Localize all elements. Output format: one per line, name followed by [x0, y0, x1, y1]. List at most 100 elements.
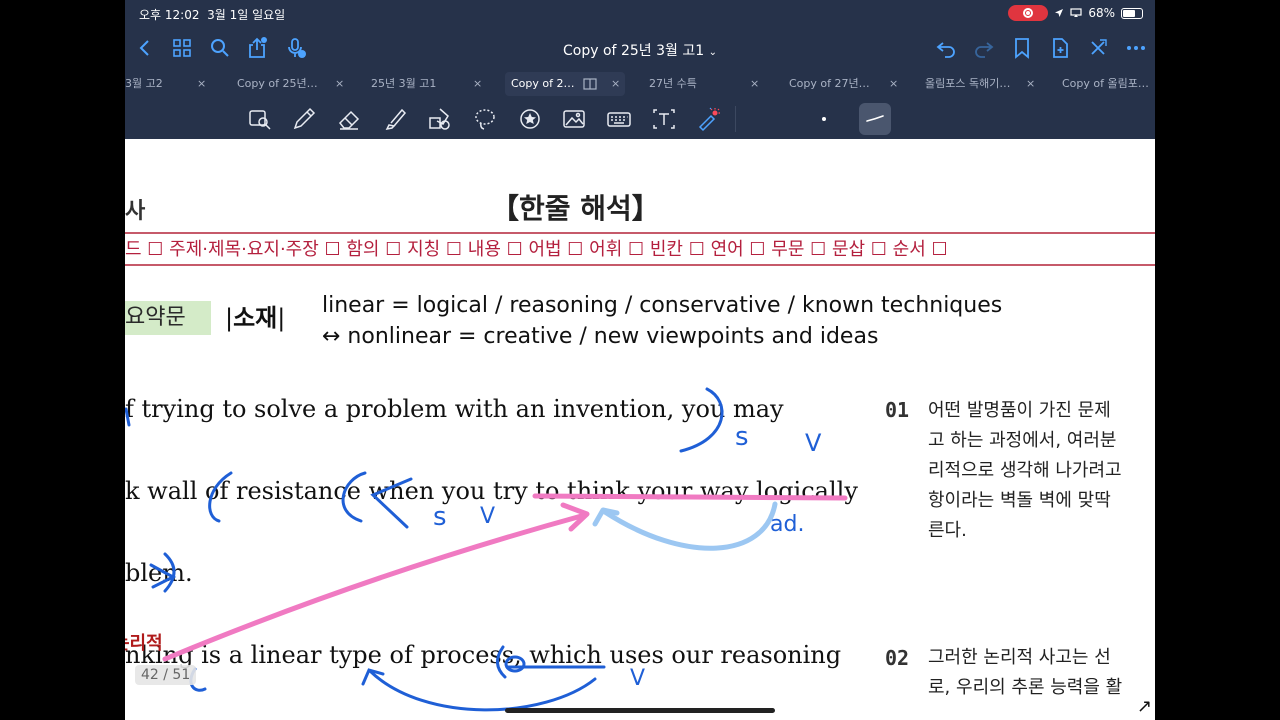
handwriting-ad: ad. [770, 512, 804, 537]
tab-close-icon[interactable]: × [1026, 72, 1035, 96]
tab-label: Copy of 2… [511, 77, 575, 90]
tab-close-icon[interactable]: × [473, 72, 482, 96]
time-text: 오후 12:02 [139, 8, 200, 22]
document-page[interactable]: 사 【한줄 해석】 드 ☐ 주제·제목·요지·주장 ☐ 함의 ☐ 지칭 ☐ 내용… [125, 139, 1155, 720]
nav-bar: Copy of 25년 3월 고1 ⌄ [125, 30, 1155, 66]
left-heading-fragment: 사 [125, 199, 146, 224]
tab-label: 25년 3월 고1 [371, 77, 437, 90]
tab-5[interactable]: Copy of 27년… [789, 72, 879, 96]
tab-label: 27년 수특 [649, 77, 697, 90]
translation-line: 항이라는 벽돌 벽에 맞딱 [928, 490, 1111, 511]
tab-2[interactable]: 25년 3월 고1 [371, 72, 461, 96]
tab-6[interactable]: 올림포스 독해기… [925, 72, 1025, 96]
pink-arrow [162, 512, 588, 662]
status-bar: 오후 12:02 3월 1일 일요일 68% [125, 0, 1155, 28]
lightblue-curve-arrow [602, 501, 778, 551]
handwriting-v3: V [630, 666, 645, 691]
chevron-down-icon: ⌄ [708, 47, 717, 58]
ipad-screen: 오후 12:02 3월 1일 일요일 68% Copy of 25년 3월 고1… [125, 0, 1155, 720]
tab-close-icon[interactable]: × [335, 72, 344, 96]
item-number-02: 02 [885, 646, 910, 670]
bookmark-icon[interactable] [1010, 36, 1034, 60]
stroke-thickness-option[interactable] [822, 117, 826, 121]
lightblue-arrowhead [592, 507, 620, 527]
topic-label-text: 소재 [233, 304, 278, 332]
topic-bracket-left: | [225, 304, 234, 332]
split-view-icon[interactable] [583, 77, 597, 91]
tab-0[interactable]: 3월 고2 [125, 72, 185, 96]
highlighter-icon[interactable] [382, 106, 408, 132]
blue-arrowhead-bottom [361, 668, 385, 686]
tab-label: 올림포스 독해기… [925, 77, 1011, 90]
laser-pointer-icon[interactable] [695, 106, 721, 132]
translation-line: 른다. [928, 520, 967, 541]
pen-icon[interactable] [291, 106, 317, 132]
topic-label: |소재| [225, 301, 285, 335]
more-icon[interactable] [1124, 36, 1148, 60]
tab-4[interactable]: 27년 수특 [649, 72, 739, 96]
category-rule-bottom [125, 264, 1155, 266]
section-title: 【한줄 해석】 [491, 192, 660, 225]
english-sentence-3: blem. [125, 559, 193, 587]
lasso-zoom-icon[interactable] [247, 106, 273, 132]
tab-7[interactable]: Copy of 올림포… [1062, 72, 1155, 96]
date-text: 3월 1일 일요일 [207, 8, 286, 22]
summary-tag: 요약문 [125, 301, 211, 335]
blue-arrow-bottom [368, 669, 597, 712]
translation-line: 로, 우리의 추론 능력을 활 [928, 677, 1123, 698]
tab-label: Copy of 올림포… [1062, 77, 1149, 90]
tab-close-icon[interactable]: × [750, 72, 759, 96]
question-type-categories: 드 ☐ 주제·제목·요지·주장 ☐ 함의 ☐ 지칭 ☐ 내용 ☐ 어법 ☐ 어휘… [125, 235, 1155, 261]
battery-fill [1123, 9, 1136, 17]
topic-line-1: linear = logical / reasoning / conservat… [322, 293, 1003, 318]
eraser-icon[interactable] [336, 106, 362, 132]
tab-1[interactable]: Copy of 25년… [237, 72, 317, 96]
translation-line: 그러한 논리적 사고는 선 [928, 647, 1111, 668]
image-icon[interactable] [561, 106, 587, 132]
tab-close-icon[interactable]: × [611, 72, 620, 96]
redo-icon[interactable] [972, 36, 996, 60]
translation-line: 어떤 발명품이 가진 문제 [928, 400, 1111, 421]
record-icon [1023, 8, 1034, 18]
shapes-icon[interactable] [427, 106, 453, 132]
toolbar-divider [735, 106, 736, 132]
handwriting-v2: V [480, 504, 495, 529]
handwriting-v1: V [805, 429, 822, 457]
sticker-icon[interactable] [517, 106, 543, 132]
korean-translation-01: 어떤 발명품이 가진 문제 고 하는 과정에서, 여러분 리적으로 생각해 나가… [928, 396, 1122, 546]
battery-icon [1121, 7, 1143, 19]
handwriting-s1: s [735, 422, 749, 452]
screen-recording-indicator[interactable] [1008, 5, 1049, 21]
undo-icon[interactable] [934, 36, 958, 60]
stroke-style-selected[interactable] [859, 103, 891, 135]
tab-3-active[interactable]: Copy of 2… [505, 72, 625, 96]
status-right: 68% [1008, 5, 1143, 21]
tab-close-icon[interactable]: × [889, 72, 898, 96]
english-sentence-2: k wall of resistance when you try to thi… [125, 477, 858, 505]
location-icon [1055, 9, 1064, 17]
translation-line: 고 하는 과정에서, 여러분 [928, 430, 1117, 451]
tab-close-icon[interactable]: × [197, 72, 206, 96]
document-title-text: Copy of 25년 3월 고1 [563, 43, 705, 59]
pink-arrowhead [560, 502, 590, 532]
close-x-icon[interactable] [1086, 36, 1110, 60]
tab-label: 3월 고2 [125, 77, 163, 90]
keyboard-icon[interactable] [606, 106, 632, 132]
topic-bracket-right: | [277, 304, 286, 332]
corner-mark: ↗ [1137, 696, 1153, 717]
handwriting-s2: s [433, 502, 447, 532]
text-box-icon[interactable] [651, 106, 677, 132]
document-title[interactable]: Copy of 25년 3월 고1 ⌄ [125, 40, 1155, 60]
page-indicator: 42 / 51 [135, 665, 197, 685]
category-rule-top [125, 232, 1155, 234]
app-chrome: 오후 12:02 3월 1일 일요일 68% Copy of 25년 3월 고1… [125, 0, 1155, 139]
add-page-icon[interactable] [1048, 36, 1072, 60]
tab-bar: 3월 고2 × Copy of 25년… × 25년 3월 고1 × Copy … [125, 72, 1155, 96]
home-indicator[interactable] [505, 708, 775, 713]
lasso-icon[interactable] [472, 106, 498, 132]
translation-line: 리적으로 생각해 나가려고 [928, 460, 1122, 481]
english-sentence-1: f trying to solve a problem with an inve… [125, 395, 784, 423]
tab-label: Copy of 27년… [789, 77, 870, 90]
english-sentence-4: nking is a linear type of process, which… [125, 641, 842, 669]
screen-mirroring-icon [1070, 8, 1082, 17]
